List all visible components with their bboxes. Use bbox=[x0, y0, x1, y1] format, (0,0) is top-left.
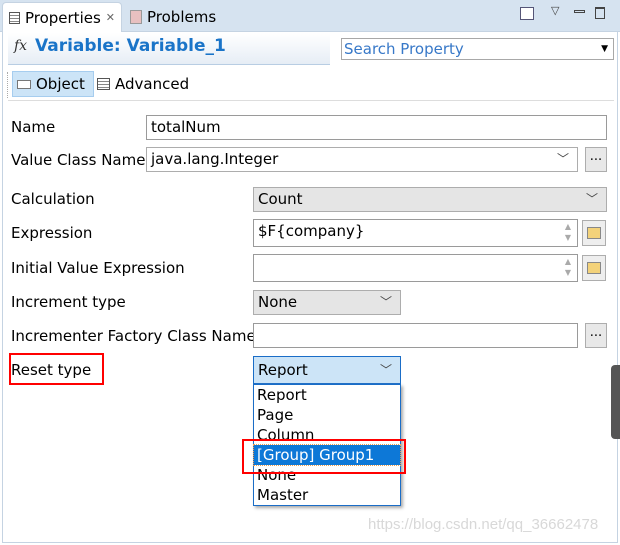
incrementer-factory-label: Incrementer Factory Class Name bbox=[11, 327, 256, 345]
tab-label: Problems bbox=[147, 8, 217, 26]
value-class-combo[interactable]: java.lang.Integer ﹀ bbox=[146, 147, 578, 172]
option-page[interactable]: Page bbox=[254, 405, 400, 425]
name-input[interactable]: totalNum bbox=[146, 115, 607, 140]
reset-type-value: Report bbox=[258, 361, 308, 379]
value-class-label: Value Class Name bbox=[11, 151, 146, 169]
problems-icon bbox=[130, 10, 142, 24]
value-class-browse-button[interactable]: ... bbox=[585, 147, 607, 172]
initial-value-editor-button[interactable] bbox=[582, 255, 606, 281]
tab-object[interactable]: Object bbox=[12, 71, 94, 97]
view-menu-icon[interactable]: ▽ bbox=[551, 4, 559, 17]
increment-type-value: None bbox=[258, 293, 298, 311]
edit-icon bbox=[587, 262, 601, 274]
page-title: Variable: Variable_1 bbox=[35, 36, 226, 56]
tab-label: Properties bbox=[24, 8, 101, 27]
spinner-icon[interactable]: ▲ ▼ bbox=[565, 221, 571, 243]
calculation-label: Calculation bbox=[11, 190, 95, 208]
maximize-icon[interactable] bbox=[595, 7, 605, 19]
increment-type-select[interactable]: None ﹀ bbox=[253, 290, 401, 315]
chevron-down-icon: ﹀ bbox=[379, 363, 392, 377]
expression-editor-button[interactable] bbox=[582, 220, 606, 246]
dropdown-arrow-icon[interactable]: ▼ bbox=[601, 39, 608, 59]
pin-icon[interactable] bbox=[520, 7, 534, 20]
properties-icon bbox=[9, 11, 20, 24]
reset-type-label: Reset type bbox=[11, 361, 92, 379]
initial-value-label: Initial Value Expression bbox=[11, 259, 185, 277]
edit-icon bbox=[587, 227, 601, 239]
divider bbox=[8, 100, 614, 101]
search-placeholder: Search Property bbox=[344, 40, 464, 58]
group-option-highlight bbox=[242, 439, 406, 474]
name-value: totalNum bbox=[151, 118, 221, 136]
calculation-select[interactable]: Count ﹀ bbox=[253, 187, 607, 212]
tab-problems[interactable]: Problems bbox=[124, 2, 222, 32]
chevron-down-icon: ﹀ bbox=[379, 295, 392, 309]
watermark: https://blog.csdn.net/qq_36662478 bbox=[368, 516, 599, 533]
side-scroll-handle[interactable] bbox=[611, 365, 620, 439]
incrementer-factory-browse-button[interactable]: ... bbox=[585, 323, 607, 348]
option-report[interactable]: Report bbox=[254, 385, 400, 405]
advanced-icon bbox=[97, 78, 110, 90]
reset-type-select[interactable]: Report ﹀ bbox=[253, 356, 401, 384]
tab-label: Object bbox=[36, 75, 85, 93]
initial-value-input[interactable]: ▲ ▼ bbox=[253, 254, 578, 282]
minimize-icon[interactable] bbox=[574, 10, 585, 13]
value-class-value: java.lang.Integer bbox=[151, 150, 279, 168]
chevron-down-icon: ﹀ bbox=[556, 152, 569, 166]
name-label: Name bbox=[11, 118, 56, 136]
close-icon[interactable]: ✕ bbox=[106, 11, 115, 24]
expression-label: Expression bbox=[11, 224, 93, 242]
object-icon bbox=[17, 79, 31, 89]
calculation-value: Count bbox=[258, 190, 303, 208]
tab-advanced[interactable]: Advanced bbox=[97, 71, 189, 97]
expression-value: $F{company} bbox=[258, 222, 365, 240]
chevron-down-icon: ﹀ bbox=[585, 192, 598, 206]
search-property-input[interactable]: Search Property ▼ bbox=[341, 38, 614, 60]
increment-type-label: Increment type bbox=[11, 293, 126, 311]
incrementer-factory-input[interactable] bbox=[253, 323, 578, 348]
option-master[interactable]: Master bbox=[254, 485, 400, 505]
expression-input[interactable]: $F{company} ▲ ▼ bbox=[253, 219, 578, 247]
fx-icon: fx bbox=[14, 38, 28, 54]
tab-properties[interactable]: Properties ✕ bbox=[2, 2, 122, 32]
spinner-icon[interactable]: ▲ ▼ bbox=[565, 256, 571, 278]
toolbar-grip bbox=[7, 72, 8, 98]
tab-label: Advanced bbox=[115, 75, 190, 93]
